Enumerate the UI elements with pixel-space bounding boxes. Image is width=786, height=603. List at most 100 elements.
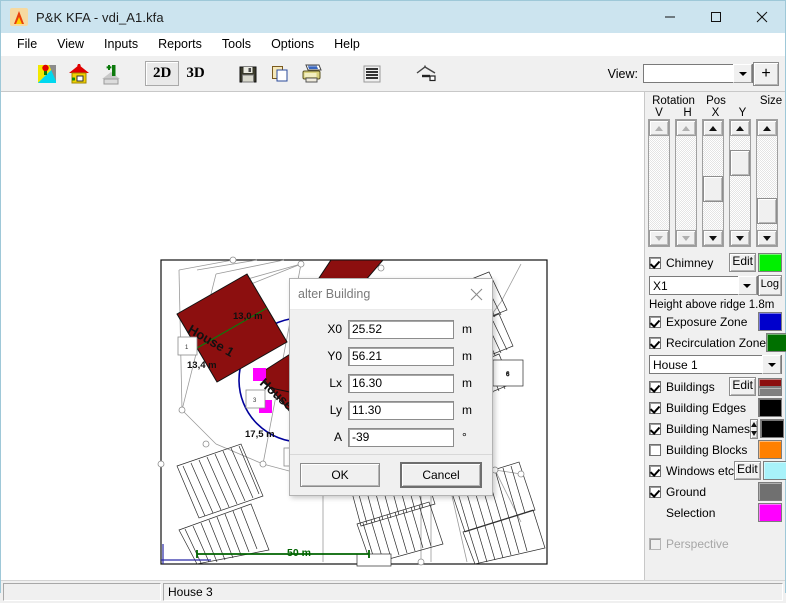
input-lx[interactable]: 16.30 xyxy=(348,373,454,393)
buildings-checkbox[interactable] xyxy=(649,380,661,393)
axis-label-h: H xyxy=(683,107,692,119)
menu-reports[interactable]: Reports xyxy=(148,35,212,53)
unit-y0: m xyxy=(462,349,472,363)
group-label-pos: Pos xyxy=(706,95,726,107)
buildings-color-swatch-wall[interactable] xyxy=(758,386,782,396)
main-area: 6 1 3 13,0 m 13,4 m 17,5 m House 1 House… xyxy=(1,92,786,580)
svg-text:13,0 m: 13,0 m xyxy=(233,311,263,322)
print-icon[interactable] xyxy=(299,61,325,87)
map-pin-icon[interactable] xyxy=(34,61,60,87)
menu-help[interactable]: Help xyxy=(324,35,370,53)
alter-building-dialog[interactable]: alter Building X0 25.52 m Y0 56.21 m Lx … xyxy=(289,278,493,496)
minimize-button[interactable] xyxy=(647,1,693,33)
cancel-button[interactable]: Cancel xyxy=(400,462,482,488)
building-edges-label: Building Edges xyxy=(666,400,747,415)
maximize-button[interactable] xyxy=(693,1,739,33)
exposure-zone-checkbox[interactable] xyxy=(649,315,661,328)
menu-tools[interactable]: Tools xyxy=(212,35,261,53)
house-select-value: House 1 xyxy=(653,357,698,372)
chevron-down-icon xyxy=(762,355,781,374)
scale-bar-label: 50 m xyxy=(287,547,311,559)
layer-row-building-edges: Building Edges xyxy=(645,397,785,418)
field-row-lx: Lx 16.30 m xyxy=(290,371,492,395)
rotation-h-scrollbar[interactable] xyxy=(675,119,697,247)
add-building-icon[interactable] xyxy=(66,61,92,87)
size-scrollbar[interactable] xyxy=(756,119,778,247)
group-label-rotation: Rotation xyxy=(652,95,695,107)
recirculation-zone-color-swatch[interactable] xyxy=(766,333,786,352)
chimney-checkbox[interactable] xyxy=(649,256,661,269)
ok-button[interactable]: OK xyxy=(300,463,380,487)
unit-ly: m xyxy=(462,403,472,417)
windows-edit-button[interactable]: Edit xyxy=(734,461,761,480)
pos-y-scrollbar[interactable] xyxy=(729,119,751,247)
view-select[interactable] xyxy=(643,64,753,83)
building-edges-color-swatch[interactable] xyxy=(758,398,782,417)
building-edges-checkbox[interactable] xyxy=(649,401,661,414)
input-a[interactable]: -39 xyxy=(348,427,454,447)
save-icon[interactable] xyxy=(235,61,261,87)
exposure-zone-label: Exposure Zone xyxy=(666,314,748,329)
buildings-color-swatch-roof[interactable] xyxy=(758,377,782,387)
layer-row-buildings: Buildings Edit xyxy=(645,376,785,397)
building-names-label: Building Names xyxy=(666,421,751,436)
menu-view[interactable]: View xyxy=(47,35,94,53)
mode-3d-button[interactable]: 3D xyxy=(179,62,211,85)
chimney-select-value: X1 xyxy=(653,278,668,293)
menu-inputs[interactable]: Inputs xyxy=(94,35,148,53)
menu-file[interactable]: File xyxy=(7,35,47,53)
copy-icon[interactable] xyxy=(267,61,293,87)
label-x0: X0 xyxy=(327,322,342,336)
building-names-color-swatch[interactable] xyxy=(760,419,785,438)
exposure-zone-color-swatch[interactable] xyxy=(758,312,782,331)
chevron-down-icon xyxy=(733,64,752,83)
input-x0[interactable]: 25.52 xyxy=(348,319,454,339)
chimney-select[interactable]: X1 xyxy=(649,276,758,295)
ridge-height-note: Height above ridge 1.8m xyxy=(649,299,775,311)
title-bar: P&K KFA - vdi_A1.kfa xyxy=(1,1,785,33)
rotation-v-scrollbar[interactable] xyxy=(648,119,670,247)
buildings-edit-button[interactable]: Edit xyxy=(729,377,756,396)
input-y0[interactable]: 56.21 xyxy=(348,346,454,366)
terrain-icon[interactable] xyxy=(413,61,439,87)
close-button[interactable] xyxy=(739,1,785,33)
building-names-font-size-stepper[interactable] xyxy=(750,418,759,439)
menu-bar: File View Inputs Reports Tools Options H… xyxy=(1,33,785,56)
add-source-icon[interactable] xyxy=(98,61,124,87)
chimney-color-swatch[interactable] xyxy=(758,253,782,272)
chevron-down-icon xyxy=(737,276,757,295)
axis-headers: V H X Y xyxy=(645,107,785,119)
input-ly[interactable]: 11.30 xyxy=(348,400,454,420)
buildings-color-swatches[interactable] xyxy=(758,377,782,396)
selection-color-swatch[interactable] xyxy=(758,503,782,522)
recirculation-zone-checkbox[interactable] xyxy=(649,336,661,349)
ground-color-swatch[interactable] xyxy=(758,482,782,501)
axis-label-x: X xyxy=(711,107,720,119)
chimney-edit-button[interactable]: Edit xyxy=(729,253,756,272)
windows-checkbox[interactable] xyxy=(649,464,661,477)
chimney-label: Chimney xyxy=(666,255,714,270)
unit-x0: m xyxy=(462,322,472,336)
house-select[interactable]: House 1 xyxy=(649,355,782,374)
status-bar: House 3 xyxy=(1,580,785,603)
add-view-button[interactable]: + xyxy=(753,61,779,86)
list-icon[interactable] xyxy=(359,61,385,87)
status-right: House 3 xyxy=(163,583,783,601)
layer-row-chimney: Chimney Edit xyxy=(645,252,785,273)
building-blocks-checkbox[interactable] xyxy=(649,443,661,456)
pos-x-scrollbar[interactable] xyxy=(702,119,724,247)
layer-row-selection: Selection xyxy=(645,502,785,523)
menu-options[interactable]: Options xyxy=(261,35,324,53)
dialog-close-icon[interactable] xyxy=(466,284,486,304)
chimney-select-row: X1 Log xyxy=(649,275,782,296)
dialog-title: alter Building xyxy=(298,287,371,301)
mode-2d-button[interactable]: 2D xyxy=(145,61,180,86)
building-blocks-color-swatch[interactable] xyxy=(758,440,782,459)
log-button[interactable]: Log xyxy=(757,275,782,296)
windows-color-swatch[interactable] xyxy=(762,461,786,480)
site-plan-canvas[interactable]: 6 1 3 13,0 m 13,4 m 17,5 m House 1 House… xyxy=(1,92,645,580)
buildings-label: Buildings xyxy=(666,379,715,394)
building-names-checkbox[interactable] xyxy=(649,422,661,435)
ground-checkbox[interactable] xyxy=(649,485,661,498)
label-ly: Ly xyxy=(329,403,342,417)
